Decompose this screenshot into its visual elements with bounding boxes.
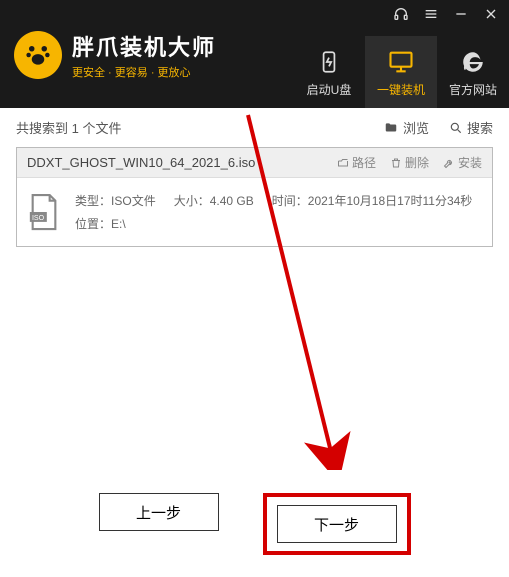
usb-icon [314,47,344,77]
toolbar: 共搜索到 1 个文件 浏览 搜索 [0,108,509,147]
nav-usb[interactable]: 启动U盘 [293,36,365,108]
search-icon [449,121,463,135]
file-card: DDXT_GHOST_WIN10_64_2021_6.iso 路径 删除 安装 … [16,147,493,247]
svg-text:ISO: ISO [32,214,45,222]
brand: 胖爪装机大师 更安全 · 更容易 · 更放心 [14,30,216,80]
nav-site-label: 官方网站 [449,81,497,98]
trash-icon [390,157,402,169]
prev-label: 上一步 [136,502,181,523]
ie-icon [458,47,488,77]
next-button[interactable]: 下一步 [277,505,397,543]
browse-label: 浏览 [403,118,429,137]
file-location: 位置：E:\ [75,215,126,232]
logo-icon [14,31,62,79]
footer-buttons: 上一步 下一步 [0,493,509,555]
close-icon[interactable] [483,6,499,22]
file-time: 时间：2021年10月18日17时11分34秒 [272,192,473,209]
nav-install-label: 一键装机 [377,81,425,98]
headset-icon[interactable] [393,6,409,22]
folder-icon [383,121,399,135]
browse-button[interactable]: 浏览 [383,118,429,137]
app-subtitle: 更安全 · 更容易 · 更放心 [72,64,216,80]
nav-install[interactable]: 一键装机 [365,36,437,108]
path-icon [337,157,349,169]
menu-icon[interactable] [423,6,439,22]
app-header: 胖爪装机大师 更安全 · 更容易 · 更放心 启动U盘 一键装机 官方网站 [0,0,509,108]
search-status: 共搜索到 1 个文件 [16,118,121,137]
path-button[interactable]: 路径 [337,154,376,171]
wrench-icon [443,157,455,169]
nav-tabs: 启动U盘 一键装机 官方网站 [293,36,509,108]
nav-usb-label: 启动U盘 [307,81,352,98]
minimize-icon[interactable] [453,6,469,22]
file-card-header: DDXT_GHOST_WIN10_64_2021_6.iso 路径 删除 安装 [17,148,492,178]
titlebar [393,6,499,22]
monitor-icon [386,47,416,77]
prev-button[interactable]: 上一步 [99,493,219,531]
file-type: 类型：ISO文件 [75,192,156,209]
install-label: 安装 [458,154,482,171]
nav-site[interactable]: 官方网站 [437,36,509,108]
next-button-highlight: 下一步 [263,493,411,555]
app-title: 胖爪装机大师 [72,30,216,62]
delete-label: 删除 [405,154,429,171]
file-size: 大小：4.40 GB [174,192,254,209]
search-button[interactable]: 搜索 [449,118,493,137]
file-iso-icon: ISO [27,192,61,232]
search-label: 搜索 [467,118,493,137]
next-label: 下一步 [314,514,359,535]
path-label: 路径 [352,154,376,171]
install-button[interactable]: 安装 [443,154,482,171]
file-card-body: ISO 类型：ISO文件 大小：4.40 GB 时间：2021年10月18日17… [17,178,492,246]
delete-button[interactable]: 删除 [390,154,429,171]
file-name: DDXT_GHOST_WIN10_64_2021_6.iso [27,155,323,170]
